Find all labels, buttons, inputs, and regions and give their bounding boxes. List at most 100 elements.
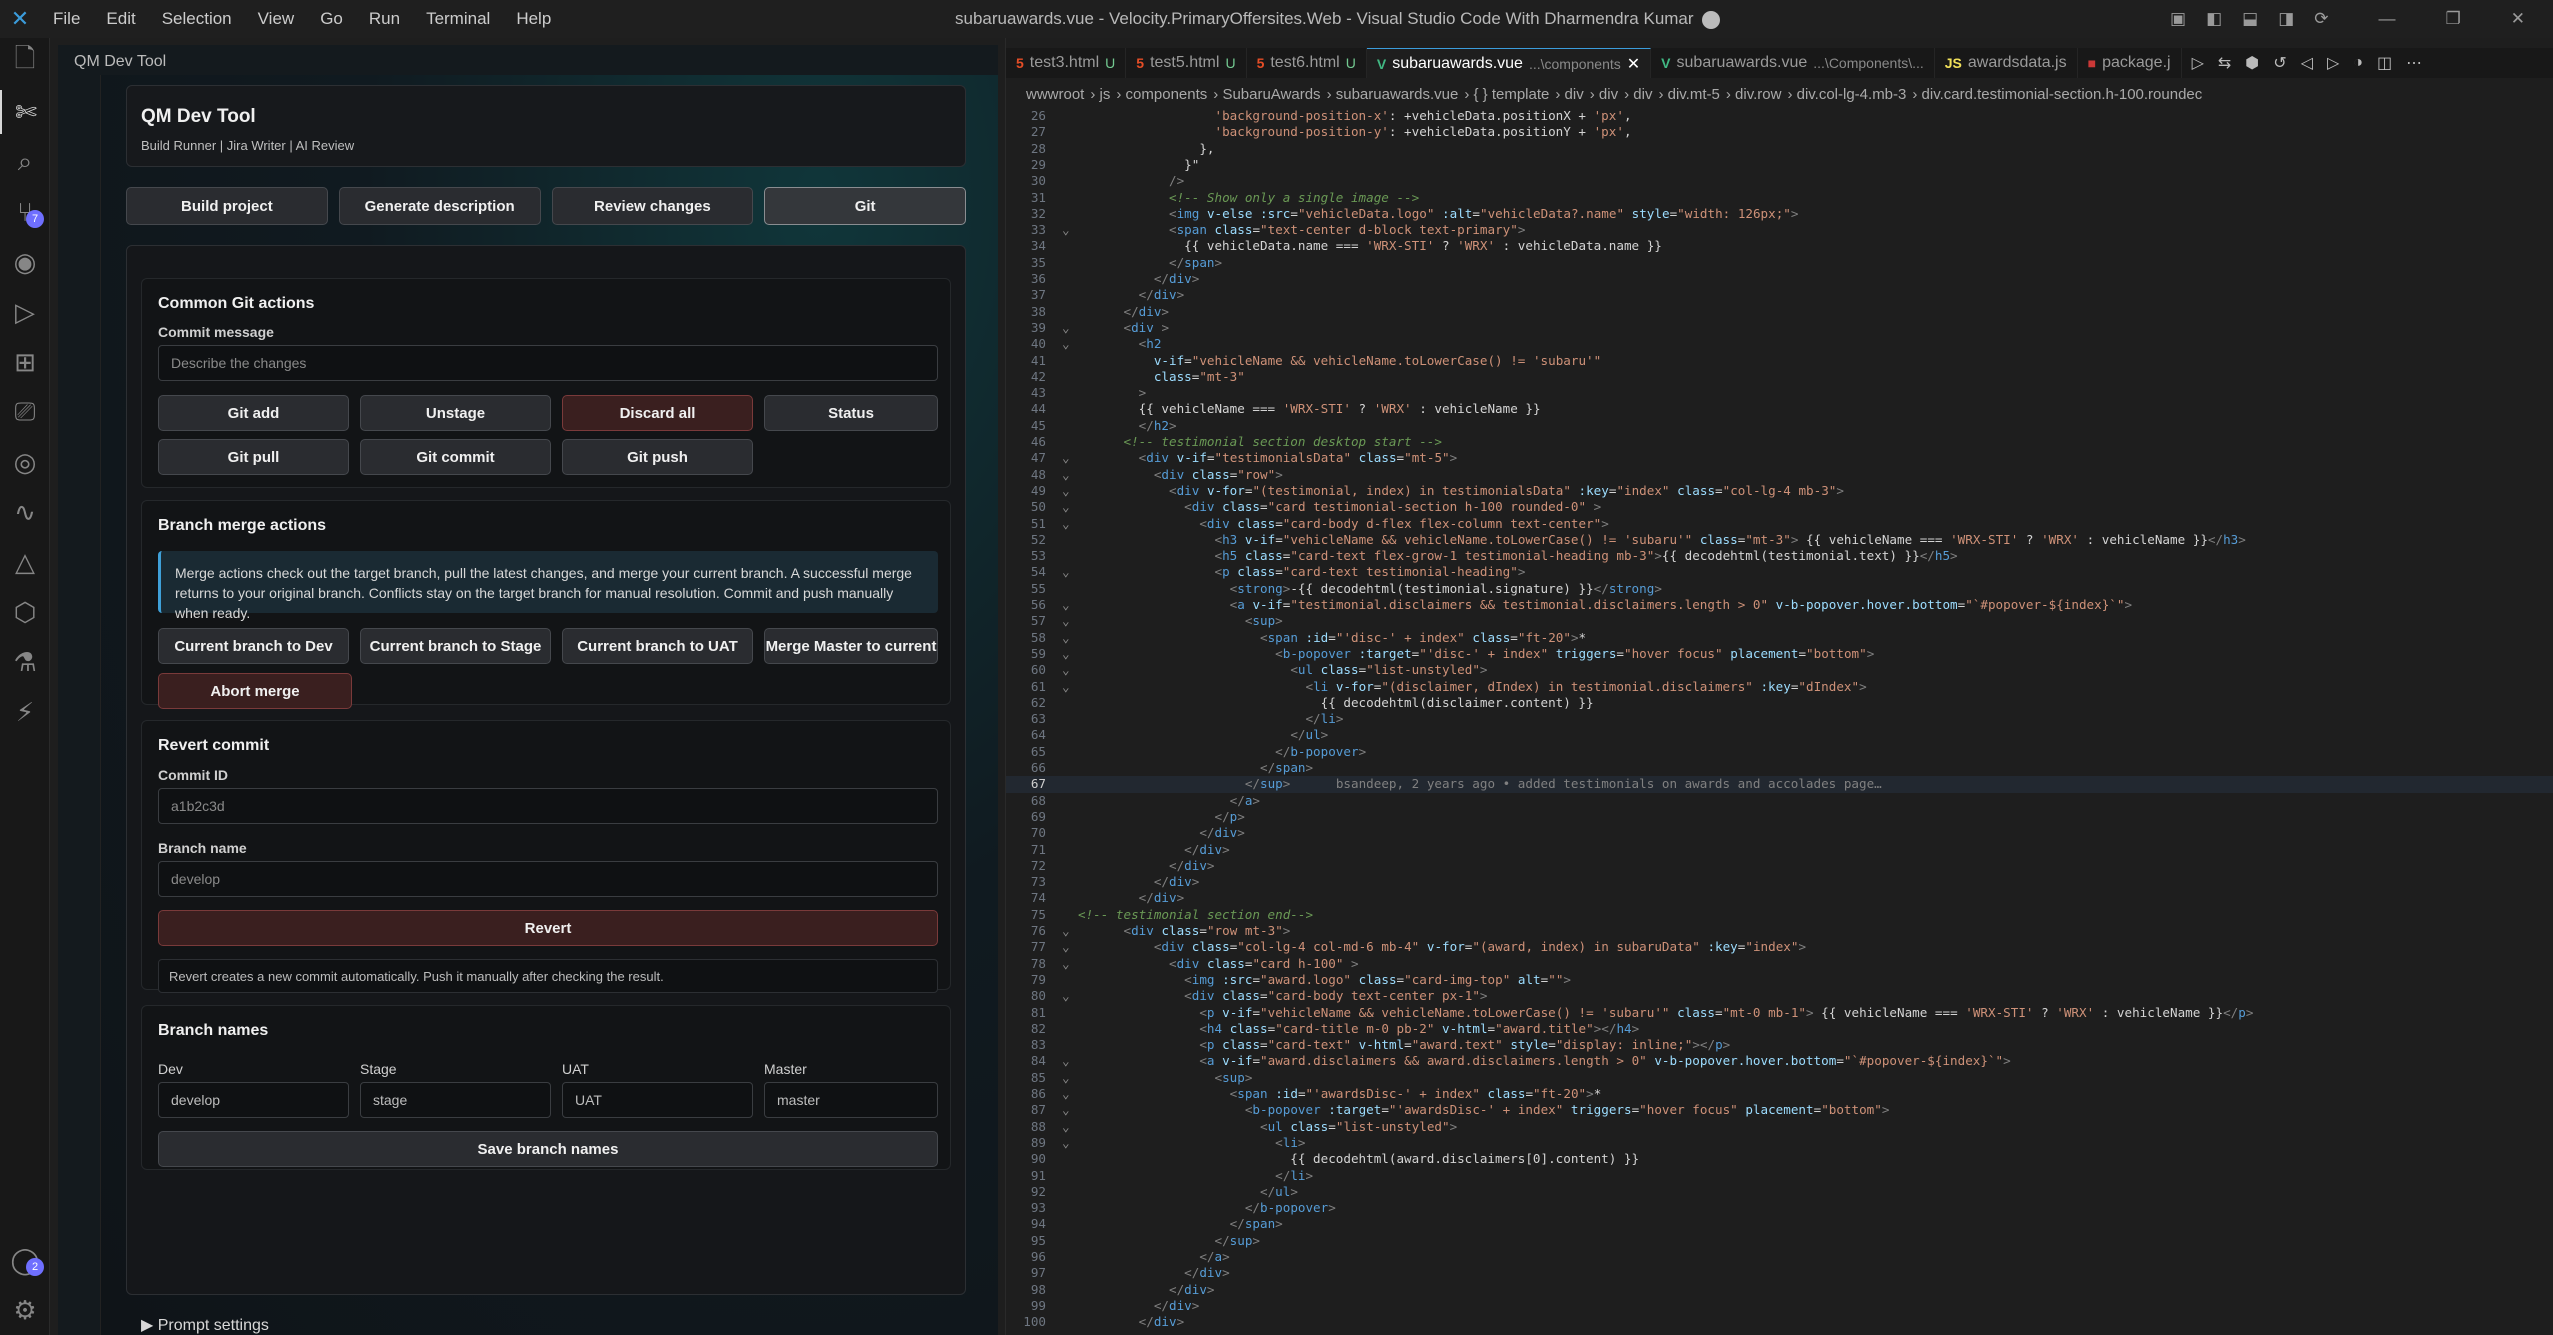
dev-branch-input[interactable]: develop (158, 1082, 349, 1118)
status-button[interactable]: Status (764, 395, 938, 431)
git-pull-button[interactable]: Git pull (158, 439, 349, 475)
menu-file[interactable]: File (40, 9, 93, 29)
merge-to-dev-button[interactable]: Current branch to Dev (158, 628, 349, 664)
code-line: 35 </span> (1030, 254, 1223, 270)
toggle-panel-icon[interactable]: ⬓ (2242, 9, 2258, 29)
history-icon[interactable]: ↺ (2273, 53, 2286, 73)
menu-edit[interactable]: Edit (93, 9, 148, 29)
code-line: 47 ⌄ <div v-if="testimonialsData" class="… (1030, 450, 1458, 466)
crumb[interactable]: div.mt-5 (1668, 86, 1720, 103)
code-editor[interactable]: 26 'background-position-x': +vehicleData… (1006, 108, 2553, 1335)
testing-icon[interactable]: ⚗ (0, 640, 50, 684)
save-branch-names-button[interactable]: Save branch names (158, 1131, 938, 1167)
code-line: 65 </b-popover> (1030, 743, 1367, 759)
tab-subaruawards-vue-active[interactable]: Vsubaruawards.vue ...\components ✕ (1366, 48, 1652, 78)
tab-test5-html[interactable]: 5 test5.html U (1126, 48, 1247, 78)
git-commit-button[interactable]: Git commit (360, 439, 551, 475)
settings-gear-icon[interactable]: ⚙ (0, 1288, 50, 1332)
code-line: 50 ⌄ <div class="card testimonial-section… (1030, 499, 1602, 515)
gitlens-inspect-icon[interactable]: ⬢ (2245, 53, 2259, 73)
next-change-icon[interactable]: ▷ (2327, 53, 2339, 73)
crumb[interactable]: div.col-lg-4.mb-3 (1797, 86, 1907, 103)
menu-view[interactable]: View (245, 9, 308, 29)
crumb[interactable]: SubaruAwards (1222, 86, 1320, 103)
unstage-button[interactable]: Unstage (360, 395, 551, 431)
toggle-sidebar-icon[interactable]: ◧ (2206, 9, 2222, 29)
gitlens-icon[interactable]: ◎ (0, 440, 50, 484)
menu-terminal[interactable]: Terminal (413, 9, 503, 29)
tab-build-project[interactable]: Build project (126, 187, 328, 225)
thunder-icon[interactable]: ⚡ (0, 690, 50, 734)
tab-git[interactable]: Git (764, 187, 966, 225)
crumb[interactable]: { } template (1473, 86, 1549, 103)
explorer-icon[interactable]: 🗋 (0, 40, 50, 84)
maximize-icon[interactable]: ❐ (2446, 9, 2461, 29)
merge-to-stage-button[interactable]: Current branch to Stage (360, 628, 551, 664)
merge-master-to-current-button[interactable]: Merge Master to current (764, 628, 938, 664)
tab-review-changes[interactable]: Review changes (551, 187, 754, 225)
accounts-icon[interactable]: ◯ 2 (0, 1238, 50, 1282)
crumb[interactable]: div.card.testimonial-section.h-100.round… (1922, 86, 2203, 103)
layout-customize-icon[interactable]: ▣ (2170, 9, 2186, 29)
crumb[interactable]: div (1565, 86, 1584, 103)
revert-button[interactable]: Revert (158, 910, 938, 946)
branch-names-heading: Branch names (158, 1022, 269, 1039)
abort-merge-button[interactable]: Abort merge (158, 673, 352, 709)
run-icon[interactable]: ▷ (2192, 53, 2204, 73)
crumb[interactable]: wwwroot (1026, 86, 1084, 103)
branch-name-input[interactable]: develop (158, 861, 938, 897)
minimize-icon[interactable]: — (2379, 9, 2396, 29)
more-actions-icon[interactable]: ⋯ (2406, 53, 2422, 73)
discard-all-button[interactable]: Discard all (562, 395, 753, 431)
remote-explorer-icon[interactable]: ⎚ (0, 390, 50, 434)
menu-run[interactable]: Run (356, 9, 413, 29)
extensions-icon[interactable]: ⊞ (0, 340, 50, 384)
run-debug-icon[interactable]: ▷ (0, 290, 50, 334)
close-tab-icon[interactable]: ✕ (1627, 54, 1640, 74)
tab-test6-html[interactable]: 5 test6.html U (1247, 48, 1367, 78)
crumb[interactable]: div (1599, 86, 1618, 103)
merge-to-uat-button[interactable]: Current branch to UAT (562, 628, 753, 664)
crumb[interactable]: subaruawards.vue (1336, 86, 1459, 103)
toggle-secondary-sidebar-icon[interactable]: ◨ (2278, 9, 2294, 29)
menu-selection[interactable]: Selection (149, 9, 245, 29)
crumb[interactable]: components (1126, 86, 1208, 103)
previous-change-icon[interactable]: ◁ (2301, 53, 2313, 73)
menu-go[interactable]: Go (307, 9, 356, 29)
sync-icon[interactable]: ⟳ (2314, 9, 2328, 29)
git-add-button[interactable]: Git add (158, 395, 349, 431)
open-changes-icon[interactable]: ◑ (2353, 54, 2363, 72)
crumb[interactable]: div.row (1735, 86, 1781, 103)
merge-info-box: Merge actions check out the target branc… (158, 551, 938, 621)
close-window-icon[interactable]: ✕ (2511, 9, 2525, 29)
prompt-settings-label: Prompt settings (157, 1317, 269, 1334)
master-branch-input[interactable]: master (764, 1082, 938, 1118)
copilot-icon[interactable] (1701, 10, 1720, 29)
master-label: Master (764, 1061, 807, 1077)
tab-package-json[interactable]: ■ package.j (2078, 48, 2182, 78)
git-compare-icon[interactable]: ⇆ (2218, 53, 2231, 73)
containers-icon[interactable]: ⬡ (0, 590, 50, 634)
split-editor-icon[interactable]: ◫ (2377, 53, 2392, 73)
search-icon[interactable]: ⌕ (0, 140, 50, 184)
tab-awardsdata-js[interactable]: JS awardsdata.js (1935, 48, 2078, 78)
git-graph-icon[interactable]: ◉ (0, 240, 50, 284)
crumb[interactable]: div (1633, 86, 1652, 103)
tab-test3-html[interactable]: 5 test3.html U (1006, 48, 1127, 78)
commit-message-input[interactable]: Describe the changes (158, 345, 938, 381)
tab-generate-description[interactable]: Generate description (338, 187, 541, 225)
stage-branch-input[interactable]: stage (360, 1082, 551, 1118)
prompt-settings-toggle[interactable]: ▶ Prompt settings (141, 1315, 269, 1335)
code-line: 93 </b-popover> (1030, 1200, 1336, 1216)
uat-branch-input[interactable]: UAT (562, 1082, 753, 1118)
tab-subaruawards-vue-2[interactable]: Vsubaruawards.vue ...\Components\... (1651, 48, 1935, 78)
timeline-icon[interactable]: ∿ (0, 490, 50, 534)
source-control-icon[interactable]: ⑂ 7 (0, 190, 50, 234)
crumb[interactable]: js (1100, 86, 1111, 103)
commit-id-input[interactable]: a1b2c3d (158, 788, 938, 824)
menu-help[interactable]: Help (503, 9, 564, 29)
qm-dev-tool-icon[interactable]: ✄ (0, 90, 50, 134)
code-line: 33 ⌄ <span class="text-center d-block tex… (1030, 222, 1526, 238)
azure-icon[interactable]: △ (0, 540, 50, 584)
git-push-button[interactable]: Git push (562, 439, 753, 475)
